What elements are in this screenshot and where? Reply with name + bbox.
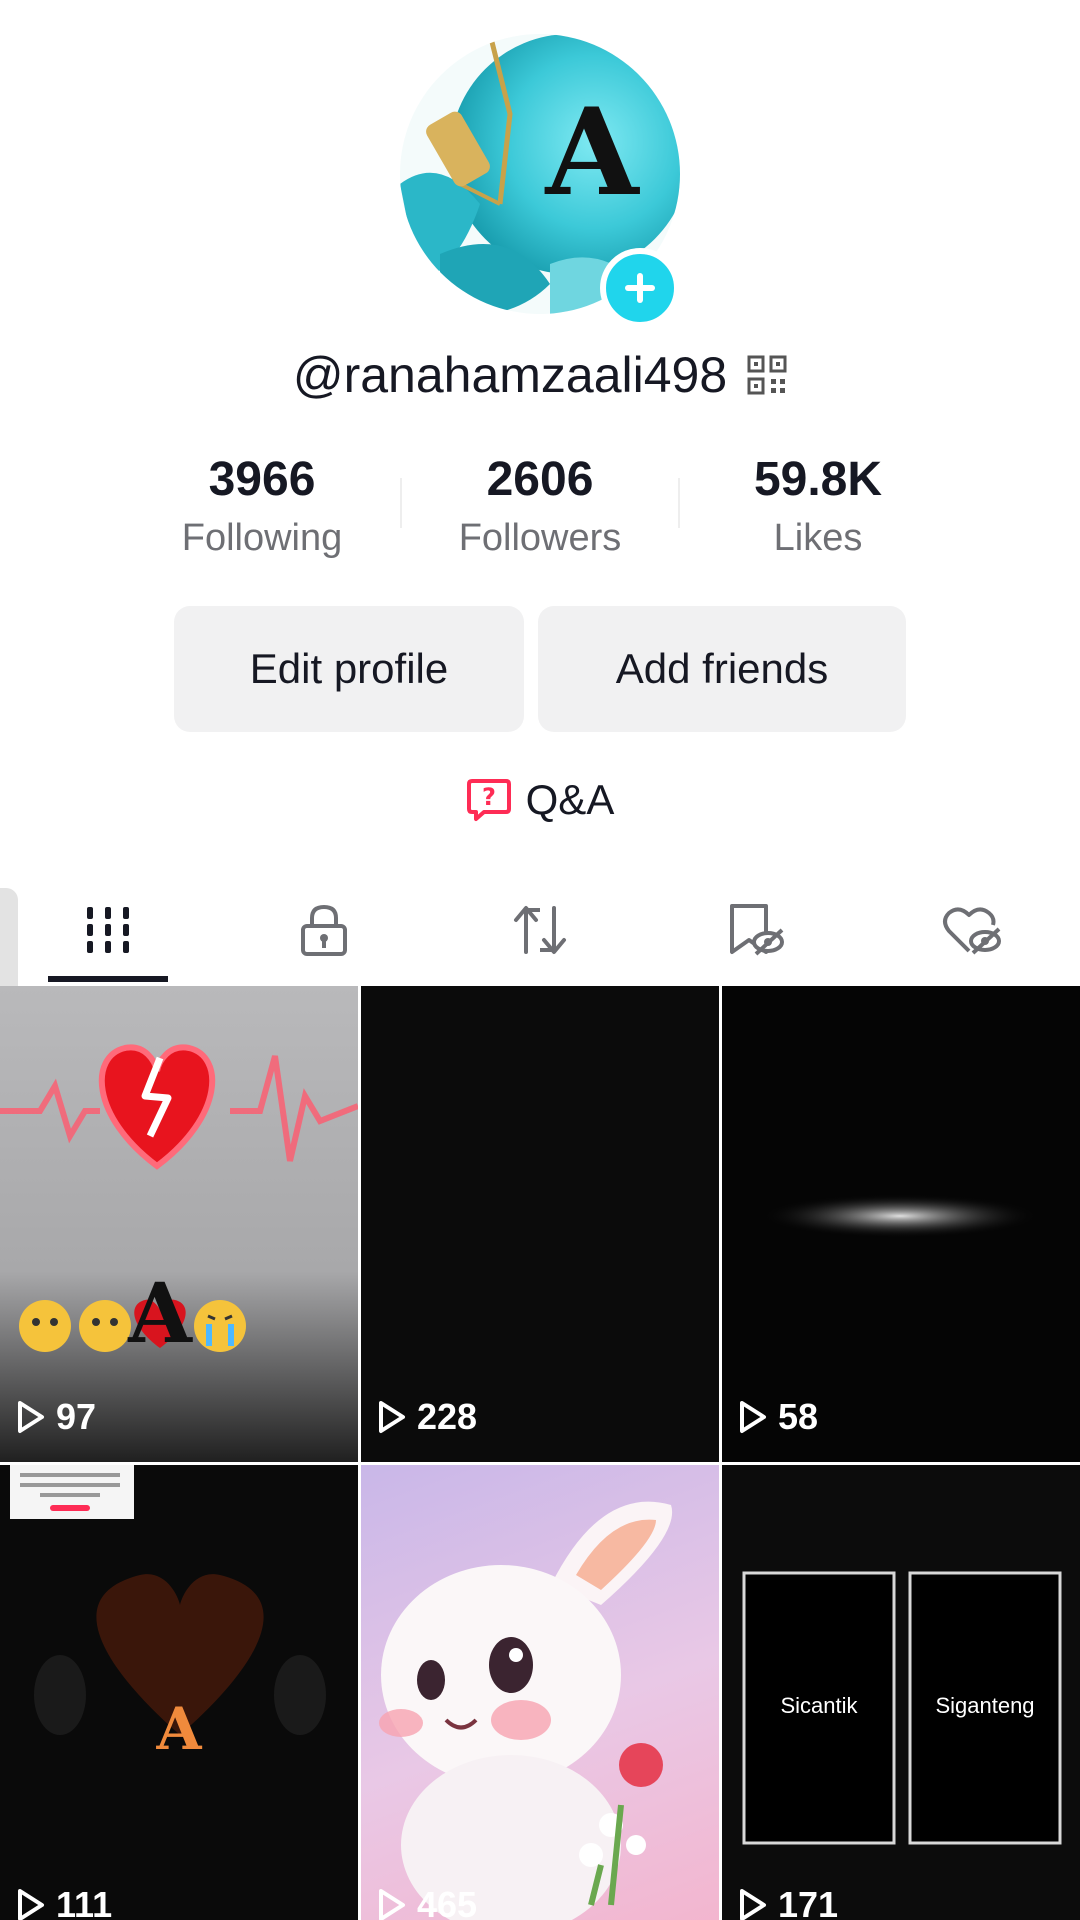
view-count: 171	[738, 1884, 838, 1920]
tile-overlay-letter: A	[156, 1695, 202, 1763]
view-count: 58	[738, 1396, 818, 1438]
video-thumbnail	[0, 1044, 358, 1352]
view-count-text: 58	[778, 1396, 819, 1437]
view-count-text: 171	[778, 1884, 839, 1920]
play-icon	[18, 1889, 44, 1920]
video-tile[interactable]: 465	[361, 1465, 719, 1920]
tab-videos[interactable]	[0, 880, 216, 980]
tab-liked[interactable]	[864, 880, 1080, 980]
view-count: 228	[377, 1396, 477, 1438]
stat-likes[interactable]: 59.8K Likes	[688, 450, 948, 566]
video-tile[interactable]: 58	[722, 986, 1080, 1462]
likes-count: 59.8K	[753, 453, 883, 506]
view-count-text: 228	[417, 1396, 478, 1437]
tile-label: Siganteng	[935, 1693, 1035, 1718]
username: @ranahamzaali498	[292, 347, 728, 403]
video-tile[interactable]: A 111	[0, 1465, 358, 1920]
tile-label: Sicantik	[780, 1693, 858, 1718]
tile-overlay-letter: A	[128, 1266, 192, 1362]
qa-label: Q&A	[525, 776, 615, 823]
play-icon	[740, 1889, 766, 1920]
play-icon	[740, 1401, 766, 1433]
view-count-text: 465	[417, 1884, 478, 1920]
stat-following[interactable]: 3966 Following	[132, 450, 392, 566]
grid-icon	[87, 907, 129, 953]
tab-private[interactable]	[216, 880, 432, 980]
video-tile[interactable]: 228	[361, 986, 719, 1462]
username-row: @ranahamzaali498	[0, 340, 1080, 410]
question-bubble-icon: ?	[466, 779, 511, 821]
view-count: 465	[377, 1884, 477, 1920]
video-tile[interactable]: Sicantik Siganteng 171	[722, 1465, 1080, 1920]
add-avatar-button[interactable]	[600, 248, 680, 328]
play-icon	[379, 1401, 405, 1433]
qr-code-icon	[747, 355, 787, 395]
plus-icon	[625, 273, 655, 303]
qr-code-button[interactable]	[747, 355, 787, 395]
followers-label: Followers	[458, 517, 622, 559]
avatar-letter: A	[544, 82, 640, 223]
play-icon	[379, 1889, 405, 1920]
tab-reposts[interactable]	[432, 880, 648, 980]
view-count-text: 111	[56, 1884, 113, 1920]
view-count: 111	[16, 1884, 112, 1920]
qa-link[interactable]: ? Q&A	[0, 770, 1080, 830]
video-thumbnail	[760, 1194, 1040, 1238]
bookmark-hidden-icon	[730, 904, 784, 956]
edit-profile-button[interactable]: Edit profile	[174, 606, 524, 732]
lock-icon	[301, 904, 347, 956]
play-icon	[18, 1401, 44, 1433]
stat-followers[interactable]: 2606 Followers	[410, 450, 670, 566]
likes-label: Likes	[773, 517, 863, 559]
view-count: 97	[16, 1396, 96, 1438]
active-tab-indicator	[48, 976, 168, 982]
svg-text:?: ?	[482, 783, 496, 811]
add-friends-button[interactable]: Add friends	[538, 606, 906, 732]
liked-hidden-icon	[943, 907, 1001, 955]
view-count-text: 97	[56, 1396, 97, 1437]
repost-icon	[514, 906, 566, 954]
video-tile[interactable]: A 97	[0, 986, 358, 1462]
stat-divider	[678, 478, 680, 528]
following-count: 3966	[208, 453, 316, 506]
following-label: Following	[181, 517, 343, 559]
followers-count: 2606	[486, 453, 594, 506]
video-thumbnail	[10, 1465, 326, 1735]
stat-divider	[400, 478, 402, 528]
video-thumbnail	[379, 1501, 673, 1920]
tab-favorites[interactable]	[648, 880, 864, 980]
